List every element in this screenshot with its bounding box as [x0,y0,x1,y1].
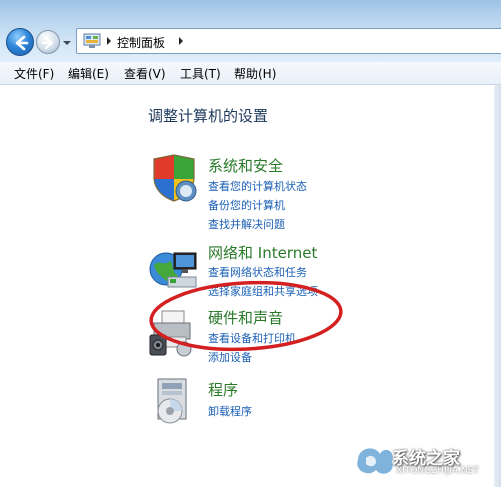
printer-speaker-icon[interactable] [148,305,200,357]
address-field[interactable]: 控制面板 [76,28,501,54]
watermark-url: XITONGZHIJIA.NET [396,466,479,476]
address-bar-area: 控制面板 [0,0,501,62]
link-devices-printers[interactable]: 查看设备和打印机 [208,330,296,346]
menu-help[interactable]: 帮助(H) [234,65,276,82]
breadcrumb-arrow-icon[interactable] [105,35,113,47]
breadcrumb-arrow-icon[interactable] [177,35,185,47]
menu-bar: 文件(F) 编辑(E) 查看(V) 工具(T) 帮助(H) [0,62,501,85]
network-globe-icon[interactable] [148,243,200,295]
category-network-internet[interactable]: 网络和 Internet [208,242,317,263]
menu-edit[interactable]: 编辑(E) [68,65,109,82]
shield-icon[interactable] [148,153,200,205]
category-system-security[interactable]: 系统和安全 [208,155,283,176]
window-right-edge [494,85,501,487]
menu-tools[interactable]: 工具(T) [180,65,221,82]
back-button[interactable] [6,28,34,56]
link-uninstall-program[interactable]: 卸载程序 [208,403,252,419]
programs-box-icon[interactable] [148,375,200,427]
category-programs[interactable]: 程序 [208,379,238,400]
link-homegroup-sharing[interactable]: 选择家庭组和共享选项 [208,283,318,299]
breadcrumb-control-panel[interactable]: 控制面板 [117,34,165,51]
link-backup-computer[interactable]: 备份您的计算机 [208,197,285,213]
category-hardware-sound[interactable]: 硬件和声音 [208,307,283,328]
menu-view[interactable]: 查看(V) [124,65,166,82]
arrow-right-icon [41,36,54,50]
history-dropdown-icon[interactable] [62,38,72,48]
page-title: 调整计算机的设置 [148,107,269,125]
link-view-computer-status[interactable]: 查看您的计算机状态 [208,178,307,194]
main-content: 调整计算机的设置 系统和安全 查看您的计算机状态 备份您的计算机 查找并解决问题… [0,85,501,487]
forward-button[interactable] [36,30,60,54]
link-add-device[interactable]: 添加设备 [208,349,252,365]
control-panel-icon [83,33,101,48]
menu-file[interactable]: 文件(F) [14,65,54,82]
link-view-network-status[interactable]: 查看网络状态和任务 [208,264,307,280]
arrow-left-icon [15,35,29,51]
link-find-fix-problems[interactable]: 查找并解决问题 [208,216,285,232]
